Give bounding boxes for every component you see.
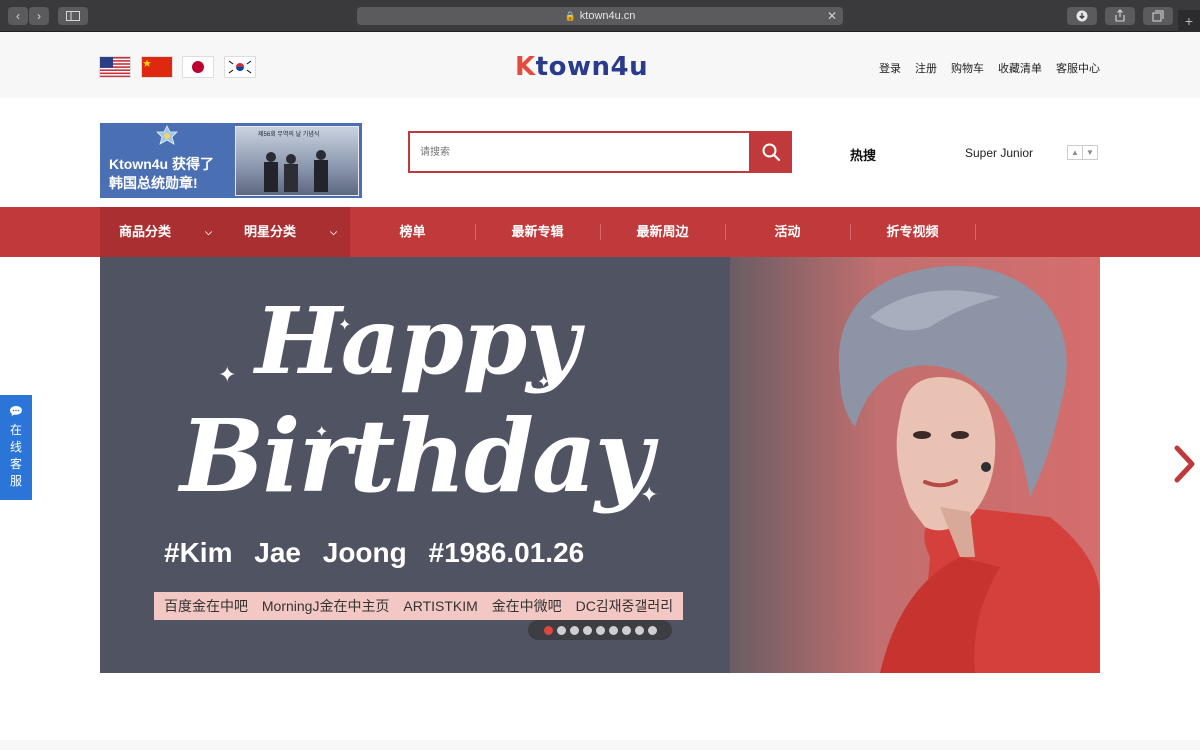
sparkle-icon: ✦ <box>537 374 551 391</box>
sparkle-icon: ✦ <box>315 424 329 441</box>
chevron-down-icon: ⌵ <box>205 227 212 237</box>
register-link[interactable]: 注册 <box>915 60 937 76</box>
fan-link[interactable]: DC김재중갤러리 <box>576 598 674 614</box>
share-icon <box>1115 9 1125 22</box>
search-button[interactable] <box>750 131 792 173</box>
url-text: ktown4u.cn <box>579 10 636 22</box>
new-tab-button[interactable]: + <box>1178 10 1200 32</box>
carousel-dot[interactable] <box>608 625 618 635</box>
nav-videos[interactable]: 折专视频 <box>850 207 975 257</box>
tabs-overview-button[interactable] <box>1143 7 1173 25</box>
fan-link[interactable]: ARTISTKIM <box>403 598 477 614</box>
carousel-dot[interactable] <box>595 625 605 635</box>
nav-new-merch[interactable]: 最新周边 <box>600 207 725 257</box>
carousel-dot[interactable] <box>634 625 644 635</box>
tabs-icon <box>1152 10 1164 22</box>
medal-icon <box>156 125 178 145</box>
nav-charts[interactable]: 榜单 <box>350 207 475 257</box>
login-link[interactable]: 登录 <box>879 60 901 76</box>
ceremony-figures <box>264 150 328 192</box>
hot-search-label: 热搜 <box>850 148 877 163</box>
birthday-text: Birthday <box>180 397 653 515</box>
carousel-dot[interactable] <box>543 625 553 635</box>
carousel-pagination <box>528 620 672 640</box>
sparkle-icon: ✦ <box>338 317 352 334</box>
share-button[interactable] <box>1105 7 1135 25</box>
presidential-award-promo[interactable]: Ktown4u 获得了 韩国总统勋章! 제56회 무역의 날 기념식 <box>100 123 362 198</box>
korea-flag-icon[interactable] <box>225 57 255 77</box>
hot-search-term[interactable]: Super Junior <box>965 146 1033 160</box>
nav-star-category[interactable]: 明星分类 ⌵ <box>225 207 350 257</box>
promo-text: Ktown4u 获得了 韩国总统勋章! <box>109 156 214 191</box>
search-icon <box>762 143 781 162</box>
fan-link[interactable]: 金在中微吧 <box>492 598 562 614</box>
hero-banner[interactable]: Happy Birthday ✦ ✦ ✦ ✦ ✦ ✦ #Kim Jae Joon… <box>100 257 1100 673</box>
fan-link[interactable]: 百度金在中吧 <box>164 598 248 614</box>
hot-search-arrows: ▲ ▼ <box>1067 145 1098 160</box>
carousel-dot[interactable] <box>569 625 579 635</box>
us-flag-icon[interactable] <box>100 57 130 77</box>
fan-links-bar: 百度金在中吧 MorningJ金在中主页 ARTISTKIM 金在中微吧 DC김… <box>154 592 684 620</box>
customer-service-link[interactable]: 客服中心 <box>1056 60 1100 76</box>
cart-link[interactable]: 购物车 <box>951 60 984 76</box>
back-button[interactable]: ‹ <box>8 7 28 25</box>
chevron-up-icon[interactable]: ▲ <box>1067 145 1083 160</box>
hashtag-name: #Kim Jae Joong <box>164 537 407 568</box>
search-field[interactable] <box>408 131 751 173</box>
china-flag-icon[interactable] <box>142 57 172 77</box>
japan-flag-icon[interactable] <box>183 57 213 77</box>
carousel-dot[interactable] <box>582 625 592 635</box>
artist-hashtags: #Kim Jae Joong #1986.01.26 <box>164 537 584 569</box>
sidebar-icon <box>66 11 80 21</box>
sparkle-icon: ✦ <box>218 362 237 387</box>
award-ceremony-photo: 제56회 무역의 날 기념식 <box>235 126 359 196</box>
clear-url-icon[interactable]: ✕ <box>827 7 837 25</box>
page-footer-strip <box>0 740 1200 750</box>
sparkle-icon: ✦ <box>540 327 552 343</box>
carousel-dot[interactable] <box>647 625 657 635</box>
online-service-widget[interactable]: 在 线 客 服 <box>0 395 32 500</box>
address-bar[interactable]: 🔒 ktown4u.cn ✕ <box>357 7 843 25</box>
chat-bubble-icon <box>10 406 22 416</box>
ktown4u-logo[interactable]: Ktown4u <box>515 52 648 82</box>
nav-divider <box>975 224 976 240</box>
nav-events[interactable]: 活动 <box>725 207 850 257</box>
fan-link[interactable]: MorningJ金在中主页 <box>262 598 390 614</box>
nav-new-albums[interactable]: 最新专辑 <box>475 207 600 257</box>
carousel-dot[interactable] <box>556 625 566 635</box>
sparkle-icon: ✦ <box>640 482 659 507</box>
chevron-down-icon[interactable]: ▼ <box>1082 145 1098 160</box>
main-nav: 商品分类 ⌵ 明星分类 ⌵ 榜单 最新专辑 最新周边 活动 折专视频 <box>0 207 1200 257</box>
top-links: 登录 注册 购物车 收藏清单 客服中心 <box>879 60 1100 76</box>
nav-product-category[interactable]: 商品分类 ⌵ <box>100 207 225 257</box>
wishlist-link[interactable]: 收藏清单 <box>998 60 1042 76</box>
sidebar-toggle-button[interactable] <box>58 7 88 25</box>
forward-button[interactable]: › <box>29 7 49 25</box>
downloads-button[interactable] <box>1067 7 1097 25</box>
carousel-next-arrow-icon[interactable] <box>1172 444 1198 484</box>
carousel-dot[interactable] <box>621 625 631 635</box>
lock-icon: 🔒 <box>564 11 576 21</box>
happy-text: Happy <box>255 287 580 395</box>
hashtag-date: #1986.01.26 <box>428 537 585 568</box>
download-icon <box>1076 10 1088 22</box>
top-header: Ktown4u 登录 注册 购物车 收藏清单 客服中心 <box>0 32 1200 98</box>
chevron-down-icon: ⌵ <box>330 227 337 237</box>
browser-toolbar: ‹ › 🔒 ktown4u.cn ✕ + <box>0 0 1200 32</box>
artist-portrait <box>838 265 1100 673</box>
search-input[interactable] <box>410 133 730 171</box>
